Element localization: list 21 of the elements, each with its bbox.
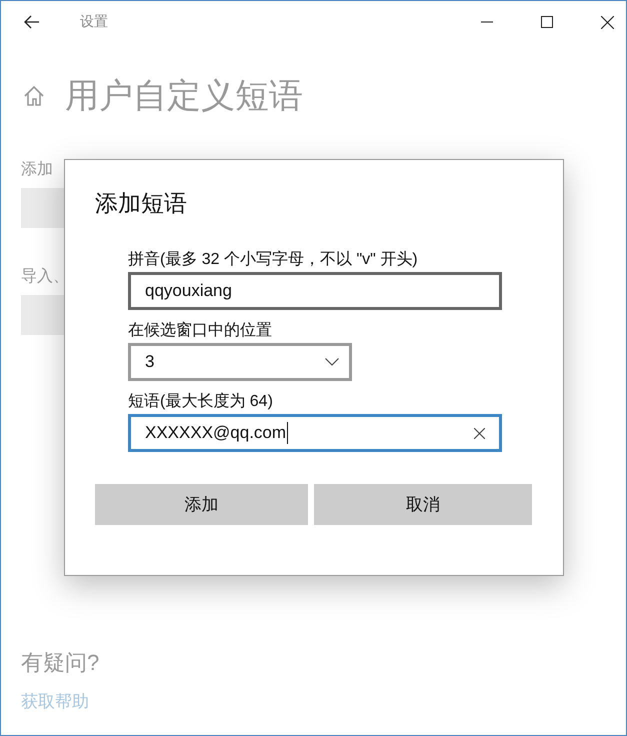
close-icon[interactable]: [601, 16, 614, 28]
add-button[interactable]: 添加: [95, 484, 308, 525]
section-heading: 导入、: [21, 266, 70, 287]
section-heading: 添加: [21, 160, 54, 180]
field-label: 在候选窗口中的位置: [128, 320, 273, 341]
dialog-title: 添加短语: [95, 189, 188, 218]
input-field[interactable]: qqyouxiang: [128, 272, 502, 310]
back-arrow-icon[interactable]: [24, 15, 40, 29]
clear-icon[interactable]: [474, 428, 485, 438]
cancel-button[interactable]: 取消: [314, 484, 532, 525]
page-title: 用户自定义短语: [65, 76, 303, 117]
input-field[interactable]: XXXXXX@qq.com: [128, 414, 502, 452]
help-heading: 有疑问?: [21, 649, 100, 677]
chevron-down-icon: [325, 358, 339, 366]
field-label: 拼音(最多 32 个小写字母，不以 "v" 开头): [128, 250, 419, 270]
minimize-icon[interactable]: [481, 21, 493, 23]
home-icon[interactable]: [23, 85, 45, 107]
maximize-icon[interactable]: [541, 16, 553, 28]
position-dropdown[interactable]: 3: [128, 343, 352, 381]
window-title: 设置: [80, 13, 108, 31]
field-label: 短语(最大长度为 64): [128, 392, 274, 412]
